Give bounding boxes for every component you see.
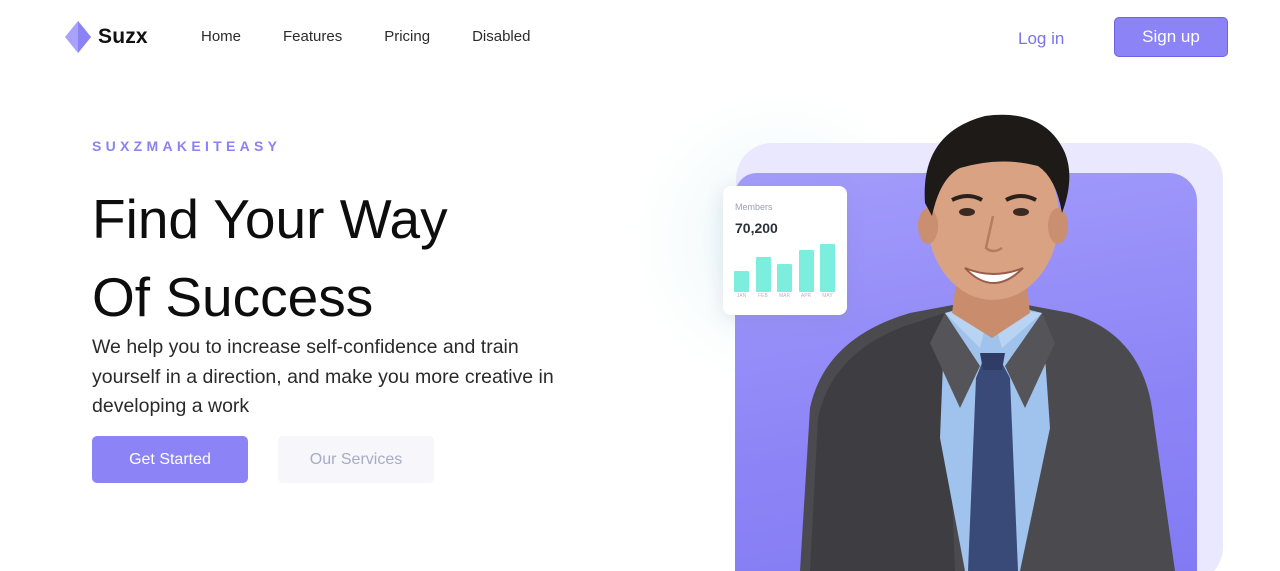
- members-bar-jan: [734, 271, 749, 292]
- members-bar-label-feb: FEB: [758, 293, 768, 299]
- stat-value: 70,200: [735, 220, 778, 236]
- get-started-button[interactable]: Get Started: [92, 436, 248, 483]
- signup-button[interactable]: Sign up: [1114, 17, 1228, 57]
- login-link[interactable]: Log in: [1018, 29, 1064, 49]
- stat-label: Members: [735, 202, 773, 212]
- hero-title-line-2: Of Success: [92, 266, 374, 328]
- members-bar-label-may: MAY: [822, 293, 833, 299]
- our-services-button[interactable]: Our Services: [278, 436, 434, 483]
- members-bar-labels: JAN FEB MAR APR MAY: [734, 293, 838, 303]
- members-bar-apr: [798, 250, 814, 292]
- members-stat-card: Members 70,200 JAN FEB MAR APR MAY: [723, 186, 847, 315]
- members-bar-may: [820, 244, 835, 292]
- hero-eyebrow: SUXZMAKEITEASY: [92, 138, 282, 154]
- hero-description: We help you to increase self-confidence …: [92, 336, 554, 417]
- members-bar-label-jan: JAN: [736, 293, 747, 299]
- nav-link-features[interactable]: Features: [283, 28, 342, 45]
- nav-link-pricing[interactable]: Pricing: [384, 28, 430, 45]
- brand-name: Suzx: [98, 25, 148, 48]
- top-navigation: Suzx Home Features Pricing Disabled Log …: [0, 0, 1280, 76]
- hero-title-line-1: Find Your Way: [92, 188, 448, 250]
- nav-link-home[interactable]: Home: [201, 28, 241, 45]
- members-bar-mar: [777, 264, 792, 292]
- nav-link-disabled[interactable]: Disabled: [472, 28, 530, 45]
- members-bar-chart: [734, 242, 838, 292]
- main-menu: Home Features Pricing Disabled: [201, 28, 530, 45]
- members-bar-label-apr: APR: [800, 293, 812, 299]
- hero-person-image: [800, 114, 1175, 571]
- members-bar-label-mar: MAR: [778, 293, 791, 299]
- brand[interactable]: Suzx: [64, 20, 148, 54]
- diamond-logo-icon: [65, 21, 91, 53]
- members-bar-feb: [755, 257, 771, 292]
- hero-title: Find Your Way Of Success: [92, 180, 612, 336]
